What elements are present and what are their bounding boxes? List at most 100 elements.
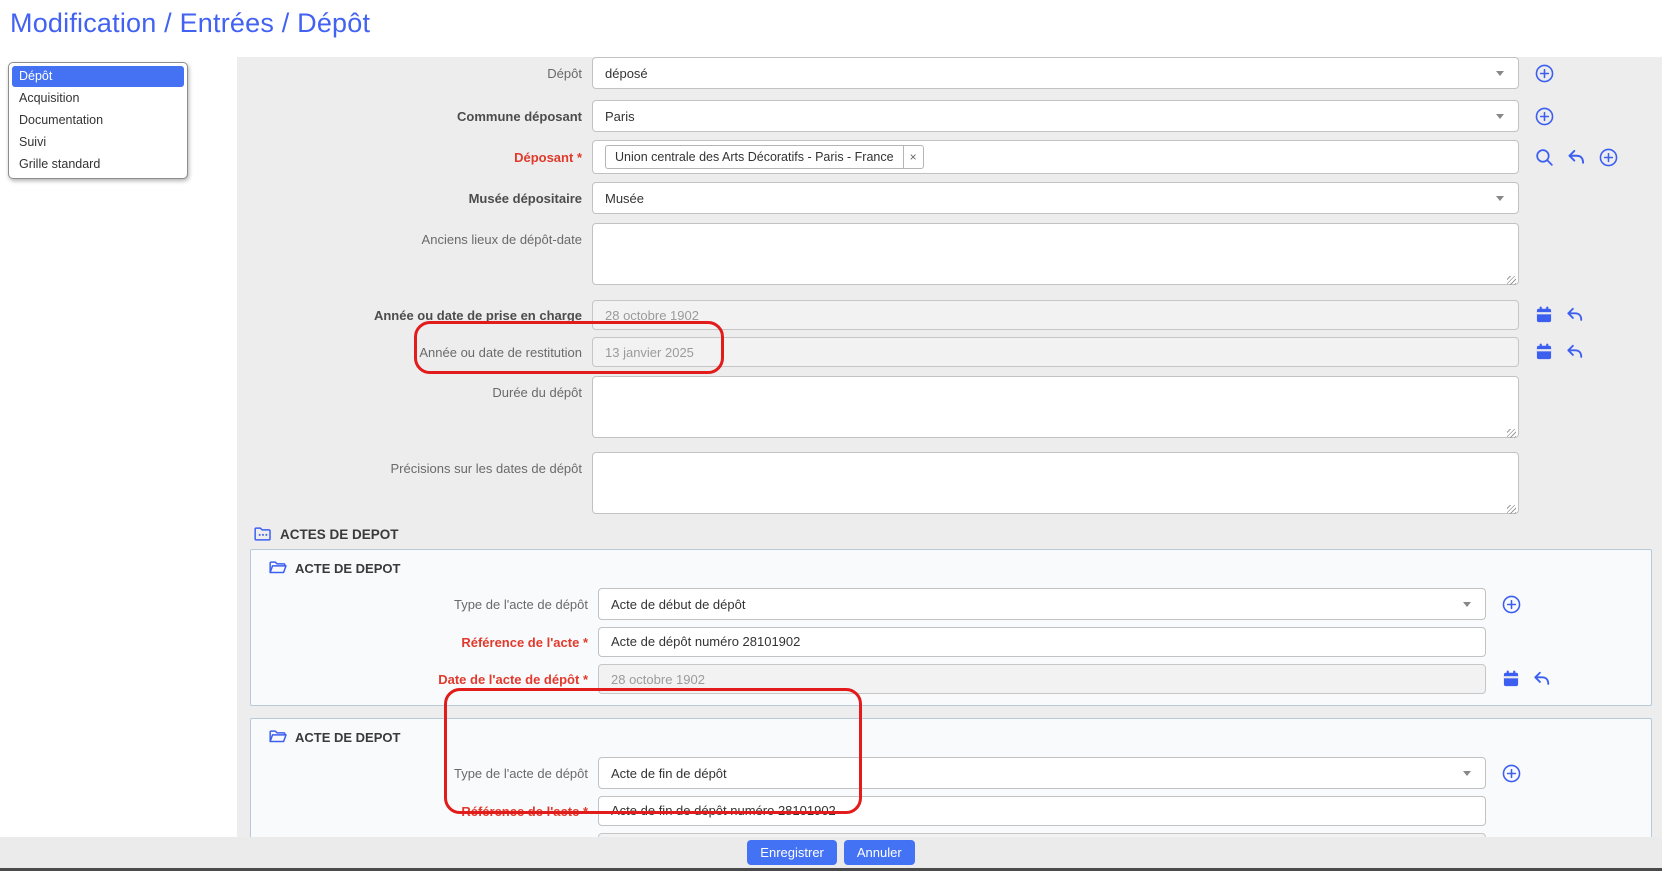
chevron-down-icon	[1496, 114, 1504, 119]
acte-box-title: ACTE DE DEPOT	[295, 561, 400, 576]
add-circle-icon[interactable]	[1501, 763, 1522, 784]
calendar-icon[interactable]	[1534, 305, 1554, 325]
save-button[interactable]: Enregistrer	[747, 840, 837, 865]
field-row-restitution: Année ou date de restitution 13 janvier …	[237, 337, 1662, 367]
field-label: Type de l'acte de dépôt	[251, 766, 598, 781]
acte1-date-input[interactable]: 28 octobre 1902	[598, 664, 1486, 694]
search-icon[interactable]	[1534, 147, 1555, 168]
field-label: Année ou date de restitution	[237, 345, 592, 360]
calendar-icon[interactable]	[1534, 342, 1554, 362]
deposant-chip-label: Union centrale des Arts Décoratifs - Par…	[606, 146, 903, 168]
field-row-deposant: Déposant * Union centrale des Arts Décor…	[237, 140, 1662, 174]
required-asterisk: *	[583, 635, 588, 650]
commune-deposant-select-value: Paris	[605, 109, 635, 124]
resize-handle[interactable]	[1507, 429, 1516, 438]
field-label: Précisions sur les dates de dépôt	[237, 452, 592, 476]
add-circle-icon[interactable]	[1501, 594, 1522, 615]
field-label: Dépôt	[237, 66, 592, 81]
cancel-button[interactable]: Annuler	[844, 840, 915, 865]
acte1-reference-input[interactable]	[598, 627, 1486, 657]
field-row-musee-depositaire: Musée dépositaire Musée	[237, 182, 1662, 214]
acte1-type-select[interactable]: Acte de début de dépôt	[598, 588, 1486, 620]
chevron-down-icon	[1463, 771, 1471, 776]
prise-en-charge-input[interactable]: 28 octobre 1902	[592, 300, 1519, 330]
field-label: Musée dépositaire	[237, 191, 592, 206]
deposant-input[interactable]: Union centrale des Arts Décoratifs - Par…	[592, 140, 1519, 174]
field-row-acte1-type: Type de l'acte de dépôt Acte de début de…	[251, 588, 1651, 620]
resize-handle[interactable]	[1507, 276, 1516, 285]
add-circle-icon[interactable]	[1534, 63, 1555, 84]
anciens-lieux-textarea[interactable]	[592, 223, 1519, 285]
folder-icon	[253, 524, 273, 544]
field-label: Commune déposant	[237, 109, 592, 124]
musee-depositaire-select[interactable]: Musée	[592, 182, 1519, 214]
musee-depositaire-select-value: Musée	[605, 191, 644, 206]
deposant-chip: Union centrale des Arts Décoratifs - Par…	[605, 145, 924, 169]
field-row-depot: Dépôt déposé	[237, 57, 1662, 89]
restitution-value: 13 janvier 2025	[605, 345, 694, 360]
application-window: Modification / Entrées / Dépôt Dépôt Acq…	[0, 0, 1662, 871]
acte-box-1: ACTE DE DEPOT Type de l'acte de dépôt Ac…	[250, 549, 1652, 706]
field-label: Année ou date de prise en charge	[237, 308, 592, 323]
field-row-precisions: Précisions sur les dates de dépôt	[237, 452, 1662, 519]
field-label: Référence de l'acte *	[251, 804, 598, 819]
chevron-down-icon	[1463, 602, 1471, 607]
field-row-acte2-reference: Référence de l'acte *	[251, 796, 1651, 826]
add-circle-icon[interactable]	[1534, 106, 1555, 127]
undo-icon[interactable]	[1532, 669, 1552, 689]
field-row-commune-deposant: Commune déposant Paris	[237, 100, 1662, 132]
prise-en-charge-value: 28 octobre 1902	[605, 308, 699, 323]
sidebar: Dépôt Acquisition Documentation Suivi Gr…	[8, 62, 188, 179]
field-row-anciens-lieux: Anciens lieux de dépôt-date	[237, 223, 1662, 290]
depot-select[interactable]: déposé	[592, 57, 1519, 89]
add-circle-icon[interactable]	[1598, 147, 1619, 168]
field-row-acte2-type: Type de l'acte de dépôt Acte de fin de d…	[251, 757, 1651, 789]
acte2-reference-input[interactable]	[598, 796, 1486, 826]
folder-open-icon	[268, 558, 288, 578]
undo-icon[interactable]	[1566, 147, 1587, 168]
form-panel: Dépôt déposé Commune déposant Paris	[237, 57, 1662, 838]
chevron-down-icon	[1496, 71, 1504, 76]
required-asterisk: *	[583, 672, 588, 687]
field-label: Référence de l'acte *	[251, 635, 598, 650]
footer-bar: Enregistrer Annuler	[0, 837, 1662, 868]
field-label: Type de l'acte de dépôt	[251, 597, 598, 612]
folder-open-icon	[268, 727, 288, 747]
actes-section-header: ACTES DE DEPOT	[237, 525, 1662, 543]
acte1-type-value: Acte de début de dépôt	[611, 597, 745, 612]
acte1-date-value: 28 octobre 1902	[611, 672, 705, 687]
chevron-down-icon	[1496, 196, 1504, 201]
acte2-type-select[interactable]: Acte de fin de dépôt	[598, 757, 1486, 789]
field-label: Déposant *	[237, 150, 592, 165]
page-title: Modification / Entrées / Dépôt	[10, 8, 370, 39]
field-row-acte1-date: Date de l'acte de dépôt * 28 octobre 190…	[251, 664, 1651, 694]
field-row-prise-en-charge: Année ou date de prise en charge 28 octo…	[237, 300, 1662, 330]
chip-remove-button[interactable]: ×	[903, 146, 923, 168]
precisions-dates-textarea[interactable]	[592, 452, 1519, 514]
sidebar-item-acquisition[interactable]: Acquisition	[12, 88, 184, 109]
calendar-icon[interactable]	[1501, 669, 1521, 689]
sidebar-item-grille-standard[interactable]: Grille standard	[12, 154, 184, 175]
resize-handle[interactable]	[1507, 505, 1516, 514]
field-label: Date de l'acte de dépôt *	[251, 672, 598, 687]
acte-box-header: ACTE DE DEPOT	[251, 556, 1651, 584]
depot-select-value: déposé	[605, 66, 648, 81]
undo-icon[interactable]	[1565, 342, 1585, 362]
undo-icon[interactable]	[1565, 305, 1585, 325]
sidebar-item-documentation[interactable]: Documentation	[12, 110, 184, 131]
sidebar-item-depot[interactable]: Dépôt	[12, 66, 184, 87]
sidebar-item-suivi[interactable]: Suivi	[12, 132, 184, 153]
field-label: Anciens lieux de dépôt-date	[237, 223, 592, 247]
required-asterisk: *	[583, 804, 588, 819]
duree-depot-textarea[interactable]	[592, 376, 1519, 438]
field-row-duree: Durée du dépôt	[237, 376, 1662, 443]
section-title: ACTES DE DEPOT	[280, 527, 399, 542]
field-row-acte1-reference: Référence de l'acte *	[251, 627, 1651, 657]
field-label: Durée du dépôt	[237, 376, 592, 400]
acte-box-title: ACTE DE DEPOT	[295, 730, 400, 745]
commune-deposant-select[interactable]: Paris	[592, 100, 1519, 132]
restitution-input[interactable]: 13 janvier 2025	[592, 337, 1519, 367]
acte2-type-value: Acte de fin de dépôt	[611, 766, 727, 781]
acte-box-header: ACTE DE DEPOT	[251, 725, 1651, 753]
required-asterisk: *	[577, 150, 582, 165]
